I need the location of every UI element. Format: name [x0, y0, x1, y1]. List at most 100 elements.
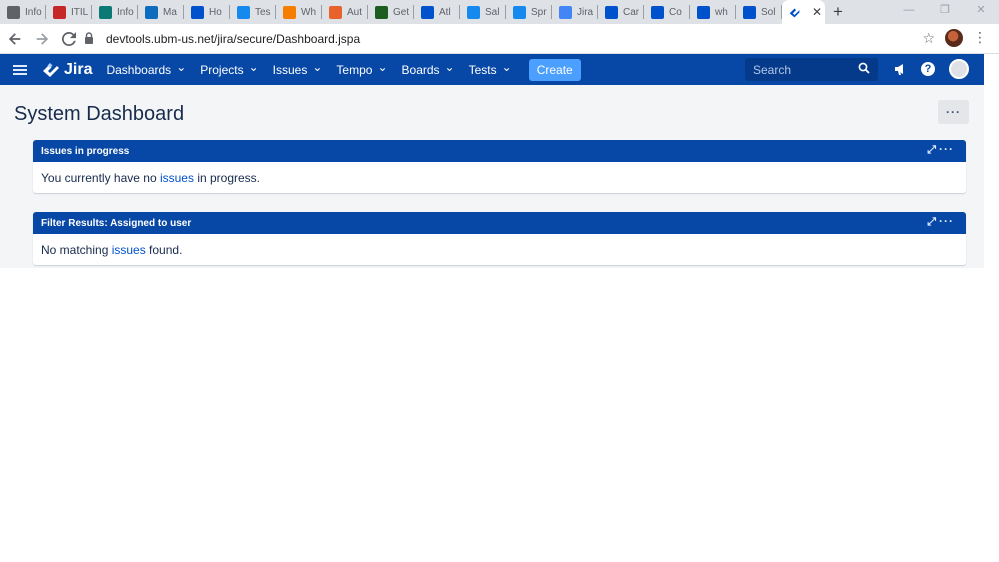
aura-icon	[329, 5, 342, 19]
atlassian-icon	[421, 5, 434, 19]
close-window-icon[interactable]: ✕	[963, 0, 999, 20]
browser-tab-label: Jira	[577, 6, 594, 18]
browser-tab-label: ITIL	[71, 6, 89, 18]
atlassian-icon	[697, 5, 710, 19]
new-tab-button[interactable]: +	[825, 0, 851, 24]
help-icon[interactable]: ?	[921, 62, 935, 76]
browser-tab-label: Info	[25, 6, 42, 18]
reload-icon[interactable]	[57, 27, 81, 51]
maximize-icon[interactable]: ⤢	[927, 144, 936, 157]
browser-tab-active[interactable]: ✕	[782, 0, 825, 24]
salesforce-icon	[513, 5, 526, 19]
browser-tab[interactable]: Ho	[184, 0, 230, 24]
browser-tab-label: Wh	[301, 6, 316, 18]
browser-tab[interactable]: Spr	[506, 0, 552, 24]
browser-tab-label: Ma	[163, 6, 177, 18]
menu-item-issues[interactable]: Issues ⌄	[273, 59, 323, 77]
sharepoint-icon	[99, 5, 112, 19]
browser-tab[interactable]: Co	[644, 0, 690, 24]
dashboard-more-button[interactable]: ···	[938, 100, 969, 124]
chevron-down-icon: ⌄	[176, 59, 187, 74]
page-title: System Dashboard	[14, 103, 185, 125]
atlassian-icon	[191, 5, 204, 19]
gadget-filter-results: Filter Results: Assigned to user ⤢ ··· N…	[33, 212, 966, 265]
browser-tab[interactable]: Car	[598, 0, 644, 24]
chevron-down-icon: ⌄	[444, 59, 455, 74]
browser-tab[interactable]: Info	[92, 0, 138, 24]
jira-top-nav: Jira Dashboards ⌄ Projects ⌄ Issues ⌄ Tempo ⌄ Bo…	[0, 54, 984, 85]
browser-tab-label: Sol	[761, 6, 776, 18]
browser-tab-label: Sal	[485, 6, 500, 18]
salesforce-icon	[467, 5, 480, 19]
browser-tab-label: Get	[393, 6, 410, 18]
gadget-header: Filter Results: Assigned to user ⤢ ···	[33, 212, 966, 234]
browser-tab-label: wh	[715, 6, 728, 18]
browser-tab[interactable]: Get	[368, 0, 414, 24]
browser-tab[interactable]: Ma	[138, 0, 184, 24]
chevron-down-icon: ⌄	[377, 59, 388, 74]
chevron-down-icon: ⌄	[312, 59, 323, 74]
gadget-more-icon[interactable]: ···	[939, 214, 954, 228]
create-button[interactable]: Create	[528, 58, 581, 81]
browser-tab-label: Ho	[209, 6, 222, 18]
address-bar[interactable]: devtools.ubm-us.net/jira/secure/Dashboar…	[84, 27, 940, 51]
bookmark-star-icon[interactable]: ☆	[922, 30, 935, 47]
scrollbar-track[interactable]	[984, 54, 999, 562]
search-input[interactable]: Search	[745, 58, 878, 81]
chevron-down-icon: ⌄	[501, 59, 512, 74]
mountain-icon	[375, 5, 388, 19]
browser-tab-label: Tes	[255, 6, 271, 18]
browser-tab[interactable]: Aut	[322, 0, 368, 24]
jira-logo-icon	[43, 62, 59, 77]
gadget-body: You currently have no issues in progress…	[41, 170, 261, 185]
atlassian-icon	[651, 5, 664, 19]
browser-tab[interactable]: Sol	[736, 0, 782, 24]
jira-main-menu: Dashboards ⌄ Projects ⌄ Issues ⌄ Tempo ⌄ Boards ⌄…	[106, 59, 525, 77]
maximize-icon[interactable]: ⤢	[927, 216, 936, 229]
browser-tab-label: Info	[117, 6, 134, 18]
browser-tab-label: Co	[669, 6, 682, 18]
browser-tab[interactable]: wh	[690, 0, 736, 24]
notifications-megaphone-icon[interactable]	[892, 61, 908, 77]
now-icon	[53, 5, 66, 19]
issues-link[interactable]: issues	[160, 171, 194, 185]
atlassian-icon	[605, 5, 618, 19]
browser-tab-label: Spr	[531, 6, 547, 18]
app-switcher-icon[interactable]	[13, 64, 27, 75]
menu-item-boards[interactable]: Boards ⌄	[402, 59, 455, 77]
browser-tab[interactable]: Tes	[230, 0, 276, 24]
chrome-menu-icon[interactable]: ⋮	[973, 30, 987, 44]
back-icon[interactable]	[3, 27, 27, 51]
browser-tab[interactable]: ITIL	[46, 0, 92, 24]
search-icon[interactable]	[858, 62, 870, 77]
menu-item-tests[interactable]: Tests ⌄	[469, 59, 512, 77]
atlassian-icon	[743, 5, 756, 19]
profile-avatar[interactable]	[945, 29, 963, 47]
browser-tab-label: Atl	[439, 6, 451, 18]
forward-icon[interactable]	[30, 27, 54, 51]
lock-icon[interactable]	[84, 31, 98, 47]
browser-tab-strip: Info ITIL Info Ma Ho Tes Wh Aut Get Atl Sal Spr Jira…	[0, 0, 999, 24]
browser-tab-label: Aut	[347, 6, 363, 18]
browser-tab-label: Car	[623, 6, 640, 18]
url-text: devtools.ubm-us.net/jira/secure/Dashboar…	[106, 32, 361, 46]
chevron-down-icon: ⌄	[248, 59, 259, 74]
gadget-more-icon[interactable]: ···	[939, 142, 954, 156]
menu-item-tempo[interactable]: Tempo ⌄	[336, 59, 388, 77]
menu-item-dashboards[interactable]: Dashboards ⌄	[106, 59, 187, 77]
user-avatar[interactable]	[949, 59, 969, 79]
gadget-header: Issues in progress ⤢ ···	[33, 140, 966, 162]
browser-tab[interactable]: Jira	[552, 0, 598, 24]
window-controls: — ❐ ✕	[891, 0, 999, 20]
jira-logo[interactable]: Jira	[42, 61, 92, 79]
issues-link[interactable]: issues	[112, 243, 146, 257]
browser-tab[interactable]: Wh	[276, 0, 322, 24]
minimize-icon[interactable]: —	[891, 0, 927, 20]
browser-tab[interactable]: Info	[0, 0, 46, 24]
restore-icon[interactable]: ❐	[927, 0, 963, 20]
dashboard-page: System Dashboard ··· Issues in progress …	[0, 85, 984, 268]
browser-tab[interactable]: Atl	[414, 0, 460, 24]
browser-tab[interactable]: Sal	[460, 0, 506, 24]
close-tab-icon[interactable]: ✕	[812, 5, 822, 19]
menu-item-projects[interactable]: Projects ⌄	[200, 59, 259, 77]
